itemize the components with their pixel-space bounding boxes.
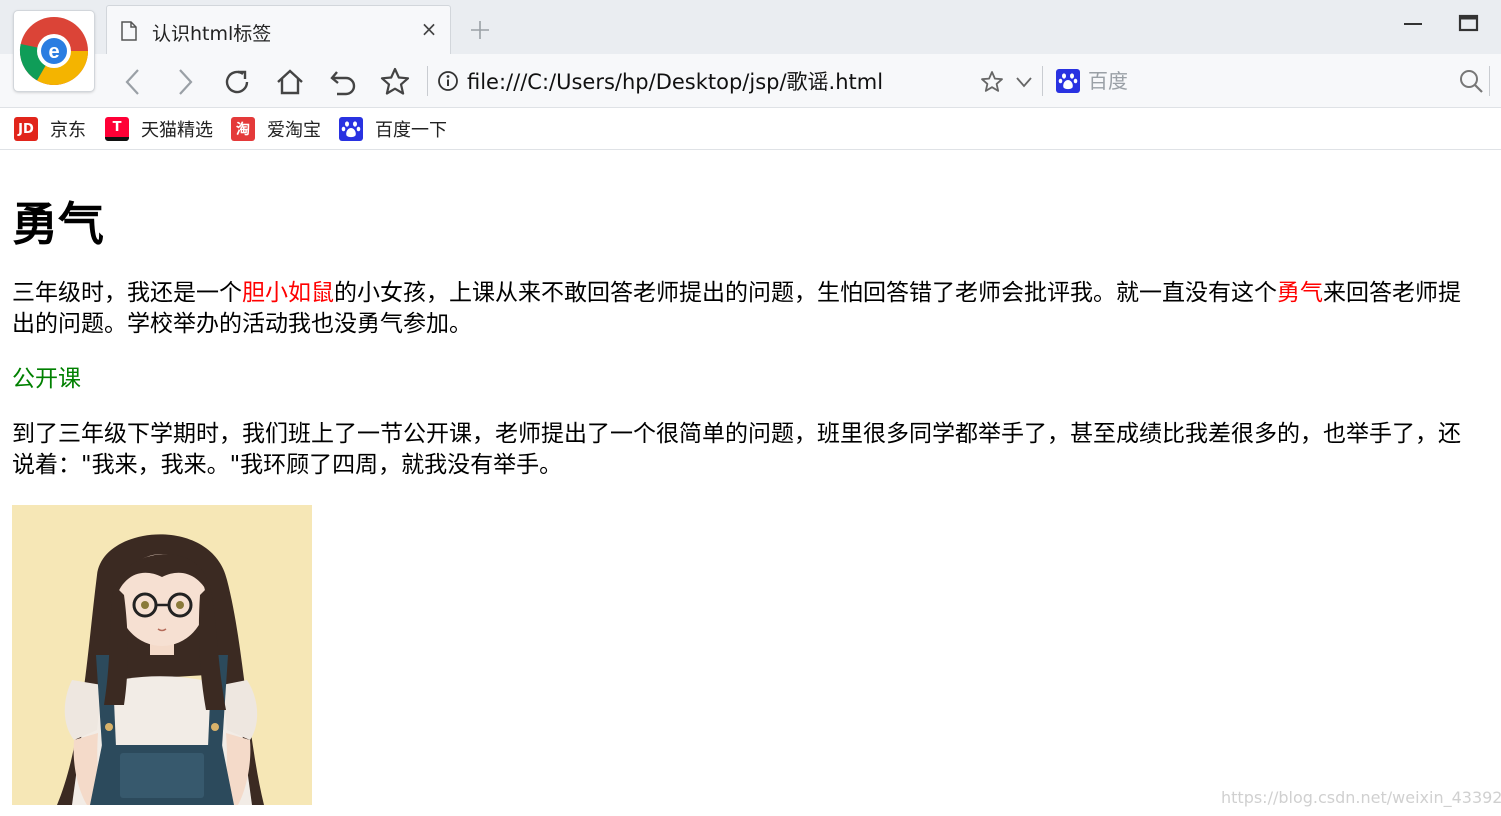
address-bar-input[interactable]: [467, 67, 967, 95]
highlight-text: 勇气: [1277, 280, 1323, 306]
page-content: 勇气 三年级时，我还是一个胆小如鼠的小女孩，上课从来不敢回答老师提出的问题，生怕…: [0, 150, 1501, 816]
home-icon[interactable]: [274, 66, 306, 98]
watermark-text: https://blog.csdn.net/weixin_43392489: [1221, 788, 1501, 807]
bookmark-star-icon[interactable]: [979, 69, 1005, 95]
svg-text:e: e: [48, 41, 59, 63]
browser-logo-icon[interactable]: e: [14, 11, 94, 91]
baidu-paw-icon: [339, 117, 363, 141]
search-icon[interactable]: [1457, 67, 1485, 95]
paragraph-2-line-1: 到了三年级下学期时，我们班上了一节公开课，老师提出了一个很简单的问题，班里很多同…: [12, 421, 1461, 447]
bookmark-label: 京东: [50, 120, 86, 141]
favorite-star-icon[interactable]: [379, 66, 411, 98]
bookmarks-bar: JD 京东 T 天猫精选 淘 爱淘宝 百度一下: [0, 108, 1501, 150]
girl-illustration-image: [12, 505, 312, 805]
text-run: 来回答老师提: [1323, 280, 1461, 306]
tab-title: 认识html标签: [152, 23, 272, 45]
title-bar: e 认识html标签 ×: [0, 0, 1501, 91]
bookmark-label: 天猫精选: [141, 120, 213, 141]
navigation-toolbar: [0, 54, 1501, 108]
baidu-paw-icon[interactable]: [1056, 69, 1080, 93]
info-icon[interactable]: [437, 70, 459, 92]
aitaobao-icon: 淘: [231, 117, 255, 141]
bookmark-tmall[interactable]: T 天猫精选: [105, 116, 213, 142]
bookmark-jd[interactable]: JD 京东: [14, 116, 86, 142]
chevron-down-icon[interactable]: [1013, 71, 1035, 93]
bookmark-baidu[interactable]: 百度一下: [339, 116, 447, 142]
paragraph-1-line-1: 三年级时，我还是一个胆小如鼠的小女孩，上课从来不敢回答老师提出的问题，生怕回答错…: [12, 278, 1461, 309]
highlight-text: 胆小如鼠: [242, 280, 334, 306]
search-separator: [1042, 66, 1043, 96]
forward-icon[interactable]: [168, 66, 200, 98]
undo-icon[interactable]: [327, 66, 359, 98]
page-title: 勇气: [12, 197, 104, 251]
address-separator: [427, 66, 428, 96]
tab-close-icon[interactable]: ×: [419, 19, 439, 39]
text-run: 三年级时，我还是一个: [12, 280, 242, 306]
tab-active[interactable]: 认识html标签 ×: [106, 5, 451, 55]
minimize-icon[interactable]: [1398, 12, 1428, 36]
page-icon: [121, 21, 137, 41]
text-run: 的小女孩，上课从来不敢回答老师提出的问题，生怕回答错了老师会批评我。就一直没有这…: [334, 280, 1277, 306]
reload-icon[interactable]: [221, 66, 253, 98]
bookmark-aitaobao[interactable]: 淘 爱淘宝: [231, 116, 321, 142]
tmall-icon: T: [105, 117, 129, 141]
subheading: 公开课: [12, 366, 81, 392]
toolbar-right-separator: [1489, 66, 1490, 96]
new-tab-icon[interactable]: [468, 18, 492, 42]
paragraph-2-line-2: 说着："我来，我来。"我环顾了四周，就我没有举手。: [12, 452, 563, 478]
bookmark-label: 百度一下: [375, 120, 447, 141]
bookmark-label: 爱淘宝: [267, 120, 321, 141]
back-icon[interactable]: [118, 66, 150, 98]
search-input[interactable]: [1088, 66, 1428, 96]
jd-icon: JD: [14, 117, 38, 141]
paragraph-1-line-2: 出的问题。学校举办的活动我也没勇气参加。: [12, 311, 472, 337]
maximize-icon[interactable]: [1453, 12, 1483, 36]
